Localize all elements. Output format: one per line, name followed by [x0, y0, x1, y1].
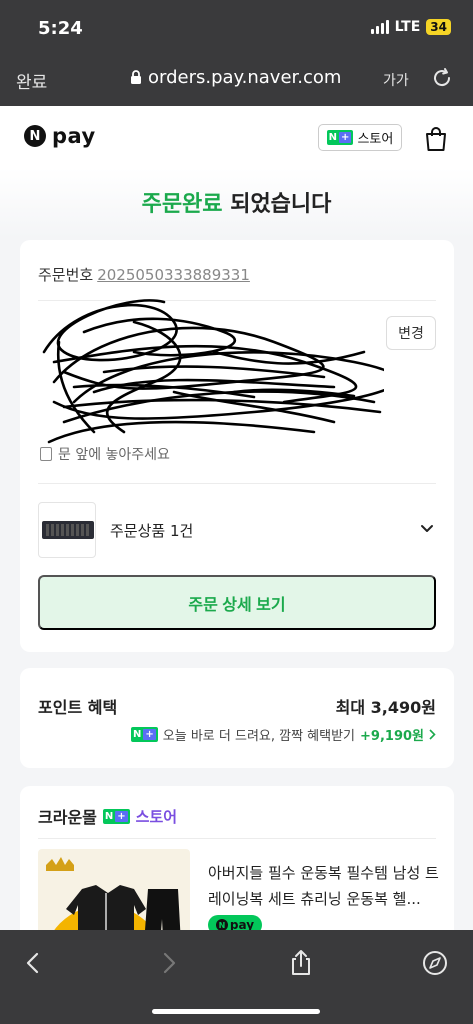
text-size-button[interactable]: 가가 — [383, 70, 409, 90]
points-card: 포인트 혜택 최대 3,490원 N + 오늘 바로 더 드려요, 깜짝 혜택받기… — [20, 668, 454, 768]
chevron-right-icon — [429, 729, 436, 740]
points-max: 최대 3,490원 — [335, 698, 436, 717]
page-header: N pay N + 스토어 — [0, 106, 473, 168]
nplus-store-button[interactable]: N + 스토어 — [318, 124, 402, 151]
nplus-badge: N + — [326, 130, 354, 145]
order-number-value[interactable]: 2025050333889331 — [97, 266, 250, 284]
logo-text: pay — [52, 124, 96, 148]
points-subtext: 오늘 바로 더 드려요, 깜짝 혜택받기 — [162, 729, 356, 744]
logo-n-mark: N — [24, 125, 46, 147]
order-detail-button[interactable]: 주문 상세 보기 — [38, 575, 436, 630]
order-card: 주문번호 2025050333889331 변경 문 앞에 놓아주세요 주문상품 … — [20, 240, 454, 652]
nplus-badge: N + — [102, 808, 130, 824]
redaction-scribble — [42, 299, 384, 444]
battery-icon: 34 — [426, 19, 451, 35]
status-bar: 5:24 LTE 34 — [0, 0, 473, 56]
completion-banner: 주문완료 되었습니다 — [0, 168, 473, 238]
change-address-button[interactable]: 변경 — [386, 316, 436, 350]
share-icon[interactable] — [286, 948, 316, 978]
compass-icon[interactable] — [420, 948, 450, 978]
points-title: 포인트 혜택 — [38, 698, 118, 717]
shopping-bag-icon[interactable] — [424, 126, 448, 152]
shop-store-label: 스토어 — [135, 807, 178, 826]
order-number: 주문번호 2025050333889331 — [38, 264, 250, 285]
address-field[interactable]: orders.pay.naver.com — [130, 67, 341, 88]
url-text: orders.pay.naver.com — [148, 67, 342, 88]
product-thumbnail — [38, 502, 96, 558]
shop-header[interactable]: 크라운몰 N + 스토어 — [38, 804, 177, 828]
order-number-label: 주문번호 — [38, 266, 94, 284]
title-rest: 되었습니다 — [222, 192, 332, 217]
product-description[interactable]: 아버지들 필수 운동복 필수템 남성 트레이닝복 세트 츄리닝 운동복 헬... — [208, 860, 440, 912]
divider — [38, 483, 436, 484]
nplus-badge: N + — [131, 727, 158, 742]
points-bonus: +9,190원 — [360, 729, 424, 744]
npay-logo[interactable]: N pay — [24, 124, 96, 148]
page-title: 주문완료 되었습니다 — [0, 168, 473, 218]
delivery-memo-text: 문 앞에 놓아주세요 — [58, 447, 170, 463]
points-bonus-link[interactable]: N + 오늘 바로 더 드려요, 깜짝 혜택받기 +9,190원 — [131, 725, 436, 744]
chevron-down-icon[interactable] — [420, 522, 434, 536]
title-highlight: 주문완료 — [141, 192, 223, 217]
shop-name: 크라운몰 — [38, 808, 97, 827]
back-icon[interactable] — [18, 948, 48, 978]
forward-icon[interactable] — [154, 948, 184, 978]
store-label: 스토어 — [357, 132, 394, 147]
browser-url-bar: 완료 orders.pay.naver.com 가가 — [0, 56, 473, 106]
home-indicator — [152, 1009, 320, 1014]
product-summary: 주문상품 1건 — [110, 522, 194, 540]
done-button[interactable]: 완료 — [16, 68, 47, 93]
reload-icon[interactable] — [430, 66, 454, 90]
delivery-memo: 문 앞에 놓아주세요 — [40, 444, 170, 464]
network-label: LTE — [394, 19, 421, 35]
memo-icon — [40, 447, 52, 461]
divider — [38, 838, 436, 839]
lock-icon — [131, 70, 141, 84]
ordered-products-toggle[interactable]: 주문상품 1건 — [38, 502, 436, 558]
status-time: 5:24 — [38, 18, 83, 39]
signal-icon — [370, 20, 389, 34]
status-indicators: LTE 34 — [370, 19, 451, 35]
